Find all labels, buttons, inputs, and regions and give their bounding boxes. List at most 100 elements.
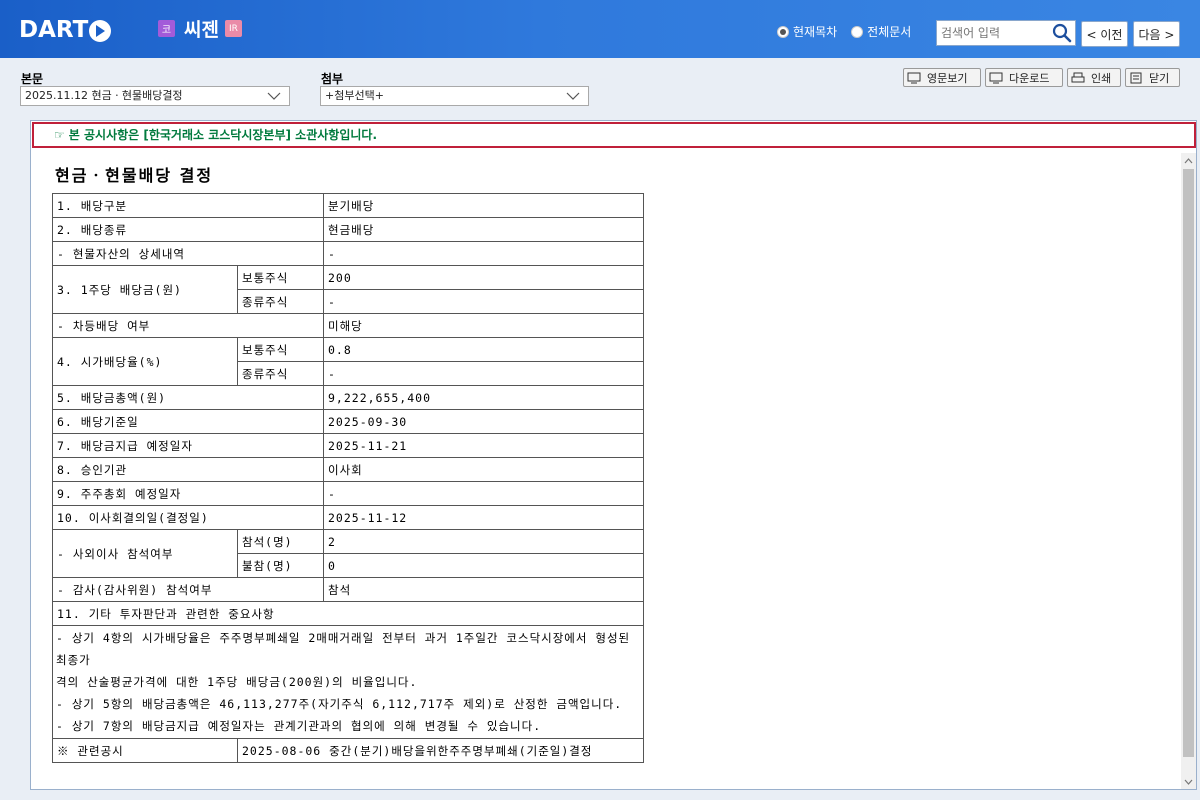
- row-value: 2025-11-12: [323, 505, 644, 530]
- document-frame: ☞ 본 공시사항은 [한국거래소 코스닥시장본부] 소관사항입니다. 현금ㆍ현물배…: [30, 120, 1197, 790]
- row-value: -: [323, 361, 644, 386]
- note-line: - 상기 7항의 배당금지급 예정일자는 관계기관과의 협의에 의해 변경될 수…: [56, 719, 542, 733]
- note-line: 격의 산술평균가격에 대한 1주당 배당금(200원)의 비율입니다.: [56, 675, 418, 689]
- row-value: 2025-11-21: [323, 433, 644, 458]
- table-row: 1. 배당구분 분기배당: [52, 193, 644, 218]
- dart-logo[interactable]: DART: [19, 15, 112, 45]
- row-value: 0: [323, 553, 644, 578]
- notes-cell: - 상기 4항의 시가배당율은 주주명부폐쇄일 2매매거래일 전부터 과거 1주…: [52, 625, 644, 739]
- main-doc-label: 본문: [21, 72, 44, 86]
- table-row: - 상기 4항의 시가배당율은 주주명부폐쇄일 2매매거래일 전부터 과거 1주…: [52, 625, 644, 739]
- scroll-up-button[interactable]: [1181, 153, 1196, 168]
- scroll-down-button[interactable]: [1181, 774, 1196, 789]
- market-badge: 코: [158, 20, 175, 37]
- radio-current-toc-label[interactable]: 현재목차: [793, 23, 837, 40]
- table-row: - 감사(감사위원) 참석여부 참석: [52, 577, 644, 602]
- row-label: 2. 배당종류: [52, 217, 324, 242]
- english-view-label: 영문보기: [927, 71, 968, 85]
- row-value: 미해당: [323, 313, 644, 338]
- scrollbar-thumb[interactable]: [1183, 169, 1194, 757]
- top-header: DART 코 씨젠 IR 현재목차 전체문서 < 이전 다음 >: [0, 0, 1200, 58]
- table-row: ※ 관련공시 2025-08-06 중간(분기)배당을위한주주명부폐쇄(기준일)…: [52, 738, 644, 763]
- related-disclosure-link[interactable]: 2025-08-06 중간(분기)배당을위한주주명부폐쇄(기준일)결정: [237, 738, 644, 763]
- row-value: 0.8: [323, 337, 644, 362]
- logo-mark-icon: [89, 20, 112, 42]
- search-box: [936, 20, 1076, 46]
- table-row: - 사외이사 참석여부 참석(명) 2: [52, 529, 644, 578]
- pointing-hand-icon: ☞: [54, 128, 65, 142]
- table-row: 8. 승인기관 이사회: [52, 457, 644, 482]
- table-row: - 차등배당 여부 미해당: [52, 313, 644, 338]
- search-icon[interactable]: [1052, 23, 1072, 43]
- company-name[interactable]: 씨젠: [184, 15, 219, 42]
- table-row: 9. 주주총회 예정일자 -: [52, 481, 644, 506]
- row-value: 분기배당: [323, 193, 644, 218]
- print-button[interactable]: 인쇄: [1067, 68, 1121, 87]
- row-label: - 감사(감사위원) 참석여부: [52, 577, 324, 602]
- row-label: 11. 기타 투자판단과 관련한 중요사항: [52, 601, 644, 626]
- download-button[interactable]: 다운로드: [985, 68, 1063, 87]
- attachment-select-value: +첨부선택+: [325, 89, 384, 102]
- search-scope-radio-group: 현재목차 전체문서: [777, 23, 925, 40]
- close-button[interactable]: 닫기: [1125, 68, 1180, 87]
- row-value: 이사회: [323, 457, 644, 482]
- prev-button[interactable]: < 이전: [1081, 21, 1128, 47]
- table-row: 10. 이사회결의일(결정일) 2025-11-12: [52, 505, 644, 530]
- table-row: 5. 배당금총액(원) 9,222,655,400: [52, 385, 644, 410]
- main-doc-select-value: 2025.11.12 현금ㆍ현물배당결정: [25, 89, 183, 102]
- row-value: -: [323, 481, 644, 506]
- table-row: 7. 배당금지급 예정일자 2025-11-21: [52, 433, 644, 458]
- row-sublabel: 참석(명): [237, 529, 324, 554]
- document-icon: [1130, 72, 1142, 83]
- note-line: - 상기 4항의 시가배당율은 주주명부폐쇄일 2매매거래일 전부터 과거 1주…: [56, 631, 631, 667]
- attachment-label: 첨부: [321, 72, 344, 86]
- row-label: - 현물자산의 상세내역: [52, 241, 324, 266]
- ir-badge[interactable]: IR: [224, 20, 242, 37]
- row-label: 4. 시가배당율(%): [52, 337, 238, 386]
- row-label: 6. 배당기준일: [52, 409, 324, 434]
- vertical-scrollbar[interactable]: [1181, 153, 1196, 789]
- attachment-select[interactable]: +첨부선택+: [320, 86, 589, 106]
- table-row: 4. 시가배당율(%) 보통주식 0.8: [52, 337, 644, 386]
- notice-text: 본 공시사항은 [한국거래소 코스닥시장본부] 소관사항입니다.: [68, 128, 378, 142]
- english-view-button[interactable]: 영문보기: [903, 68, 981, 87]
- row-sublabel: 종류주식: [237, 361, 324, 386]
- row-sublabel: 불참(명): [237, 553, 324, 578]
- row-sublabel: 보통주식: [237, 265, 324, 290]
- main-doc-select[interactable]: 2025.11.12 현금ㆍ현물배당결정: [20, 86, 290, 106]
- row-value: 2025-09-30: [323, 409, 644, 434]
- monitor-icon: [989, 72, 1003, 83]
- row-value: -: [323, 241, 644, 266]
- row-label: - 사외이사 참석여부: [52, 529, 238, 578]
- printer-icon: [1071, 72, 1085, 82]
- row-label: - 차등배당 여부: [52, 313, 324, 338]
- row-value: 2: [323, 529, 644, 554]
- row-label: 1. 배당구분: [52, 193, 324, 218]
- row-value: 참석: [323, 577, 644, 602]
- row-label: 3. 1주당 배당금(원): [52, 265, 238, 314]
- row-value: -: [323, 289, 644, 314]
- row-label: 9. 주주총회 예정일자: [52, 481, 324, 506]
- next-button[interactable]: 다음 >: [1133, 21, 1180, 47]
- search-input[interactable]: [941, 24, 1051, 42]
- radio-all-docs[interactable]: [851, 25, 864, 38]
- document-body: 현금ㆍ현물배당 결정 1. 배당구분 분기배당 2. 배당종류 현금배당 - 현…: [32, 153, 1180, 789]
- radio-current-toc[interactable]: [777, 25, 789, 38]
- close-label: 닫기: [1149, 71, 1170, 85]
- chevron-down-icon: [1184, 779, 1193, 785]
- row-label: ※ 관련공시: [52, 738, 238, 763]
- print-label: 인쇄: [1091, 71, 1112, 85]
- chevron-down-icon: [566, 92, 580, 100]
- dividend-table: 1. 배당구분 분기배당 2. 배당종류 현금배당 - 현물자산의 상세내역 -…: [52, 193, 644, 763]
- row-label: 7. 배당금지급 예정일자: [52, 433, 324, 458]
- logo-text: DART: [19, 17, 89, 43]
- table-row: - 현물자산의 상세내역 -: [52, 241, 644, 266]
- row-sublabel: 종류주식: [237, 289, 324, 314]
- note-line: - 상기 5항의 배당금총액은 46,113,277주(자기주식 6,112,7…: [56, 697, 623, 711]
- radio-all-docs-label[interactable]: 전체문서: [867, 23, 911, 40]
- table-row: 2. 배당종류 현금배당: [52, 217, 644, 242]
- jurisdiction-notice: ☞ 본 공시사항은 [한국거래소 코스닥시장본부] 소관사항입니다.: [32, 122, 1196, 148]
- download-label: 다운로드: [1009, 71, 1050, 85]
- table-row: 6. 배당기준일 2025-09-30: [52, 409, 644, 434]
- row-value: 현금배당: [323, 217, 644, 242]
